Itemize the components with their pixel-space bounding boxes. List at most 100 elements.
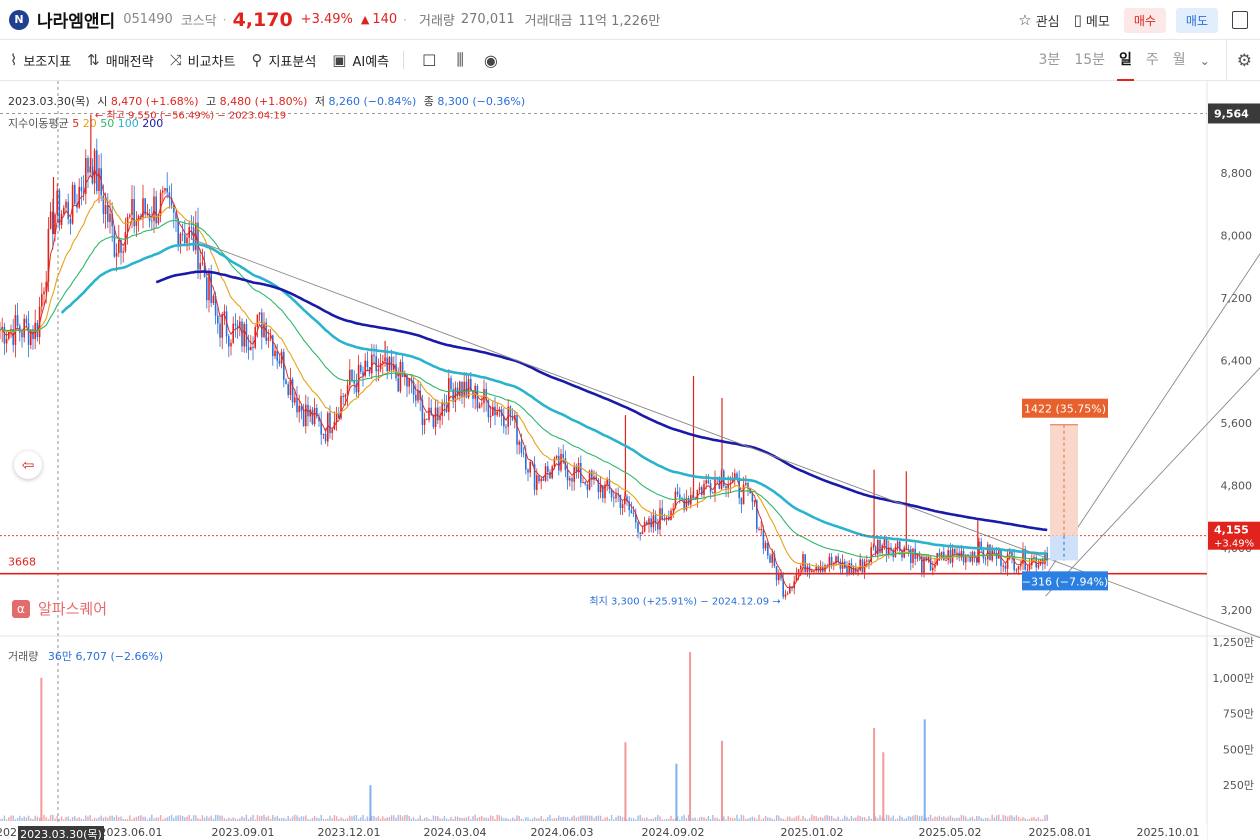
candle-body [740, 498, 743, 505]
volume-bar [901, 816, 903, 821]
candle-body [283, 351, 285, 380]
price-chart[interactable]: 3,2004,0004,8005,6006,4007,2008,0008,800… [0, 81, 1260, 840]
volume-bar [573, 815, 575, 821]
indicators-button[interactable]: ⌇ 보조지표 [10, 51, 71, 70]
volume-bar [100, 815, 102, 821]
volume-bar [756, 819, 758, 821]
volume-bar [588, 815, 591, 821]
volume-bar [157, 817, 160, 821]
candle-body [373, 354, 375, 357]
volume-bar [877, 818, 879, 821]
volume-bar [485, 817, 487, 821]
layout-square-icon[interactable]: ☐ [422, 51, 436, 70]
volume-bar [846, 816, 848, 821]
volume-bar [916, 815, 919, 821]
watch-button[interactable]: ☆ 관심 [1018, 11, 1059, 30]
back-arrow-icon: ⇦ [21, 456, 35, 474]
back-arrow-button[interactable]: ⇦ [14, 451, 42, 479]
volume-bar [903, 818, 905, 821]
candle-body [184, 234, 186, 244]
candle-body [778, 574, 780, 581]
volume-bar [173, 818, 175, 821]
period-day[interactable]: 일 [1117, 40, 1134, 81]
change-percent: +3.49% [300, 12, 353, 27]
volume-bar [87, 816, 89, 821]
volume-bar [540, 816, 542, 821]
candle-body [947, 550, 949, 560]
camera-icon[interactable]: ◉ [484, 51, 498, 70]
volume-bar [652, 818, 655, 821]
candle-type-icon[interactable]: ⫼ [456, 50, 463, 70]
volume-bar [291, 816, 294, 821]
volume-bar [1017, 816, 1020, 821]
volume-bar [586, 815, 589, 821]
volume-bar [734, 818, 736, 821]
candle-body [241, 321, 243, 347]
volume-bar [714, 817, 716, 821]
volume-bar [373, 815, 375, 821]
volume-bar [236, 819, 239, 821]
volume-bar [907, 816, 910, 821]
change-amount: 140 [372, 12, 398, 27]
volume-bar [998, 814, 1000, 821]
volume-bar [712, 815, 714, 821]
volume-spike-bar [689, 652, 692, 821]
volume-bar [60, 816, 63, 821]
date-tick-label: 2023.06.01 [100, 826, 163, 839]
candle-body [109, 213, 111, 222]
gear-icon[interactable]: ⚙ [1237, 51, 1252, 71]
volume-bar [269, 818, 272, 821]
candle-body [353, 381, 355, 384]
volume-bar [707, 815, 710, 821]
candles-group [0, 114, 1048, 600]
memo-button[interactable]: ▯ 메모 [1074, 11, 1110, 30]
price-tick-label: 6,400 [1221, 354, 1253, 367]
candle-body [630, 509, 633, 513]
volume-bar [21, 817, 23, 821]
analysis-button[interactable]: ⚲ 지표분석 [251, 51, 316, 70]
volume-bar [824, 815, 826, 821]
volume-bar [602, 819, 604, 821]
buy-button[interactable]: 매수 [1123, 7, 1166, 33]
volume-bar [857, 815, 859, 821]
period-15min[interactable]: 15분 [1074, 40, 1105, 81]
volume-bar [947, 816, 949, 821]
volume-bar [852, 818, 855, 821]
volume-bar [481, 815, 483, 821]
candle-body [661, 508, 663, 520]
sell-button[interactable]: 매도 [1175, 7, 1218, 33]
volume-bar [769, 817, 771, 821]
volume-bar [419, 815, 421, 821]
chevron-down-icon[interactable]: ⌄ [1200, 54, 1210, 68]
candle-body [861, 559, 864, 573]
period-3min[interactable]: 3분 [1039, 40, 1061, 81]
period-month[interactable]: 월 [1173, 40, 1186, 81]
strategy-button[interactable]: ⇅ 매매전략 [87, 51, 153, 70]
period-week[interactable]: 주 [1146, 40, 1159, 81]
volume-bar [918, 816, 921, 821]
volume-bar [701, 816, 703, 821]
volume-bar [958, 817, 960, 821]
volume-bar [214, 814, 217, 821]
volume-bar [148, 817, 151, 821]
panel-toggle-icon[interactable] [1232, 11, 1248, 29]
candle-body [219, 323, 221, 338]
candle-body [857, 570, 859, 573]
volume-bar [423, 817, 426, 821]
compare-button[interactable]: ⤨ 비교차트 [170, 51, 236, 70]
volume-bar [487, 818, 490, 821]
volume-bar [516, 815, 518, 821]
ai-button[interactable]: ▣ AI예측 [332, 51, 389, 70]
candle-body [615, 493, 617, 499]
candle-body [641, 531, 644, 535]
volume-bar [234, 818, 237, 821]
volume-bar [914, 814, 916, 821]
volume-bar [294, 814, 296, 821]
volume-bar [940, 817, 943, 821]
candle-body [274, 350, 276, 357]
volume-bar [338, 819, 340, 821]
candle-body [93, 150, 96, 184]
volume-bar [613, 819, 615, 821]
volume-bar [1011, 815, 1013, 821]
volume-bar [742, 815, 745, 821]
